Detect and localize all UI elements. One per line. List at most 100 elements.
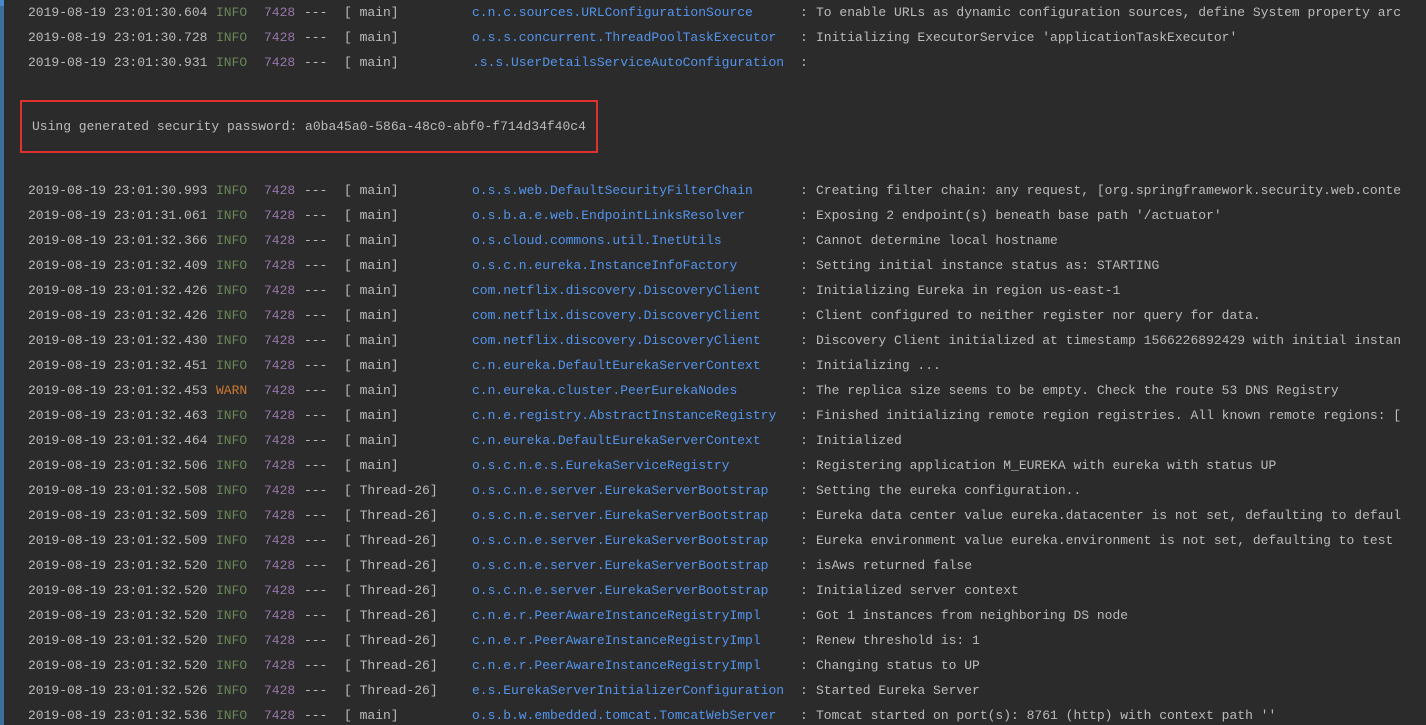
log-message: Client configured to neither register no… — [816, 303, 1261, 328]
log-level: INFO — [216, 503, 264, 528]
log-level: INFO — [216, 653, 264, 678]
log-colon: : — [800, 478, 816, 503]
log-line: 2019-08-19 23:01:32.426 INFO7428---[ mai… — [6, 278, 1426, 303]
log-line: 2019-08-19 23:01:32.520 INFO7428---[ Thr… — [6, 603, 1426, 628]
log-thread: [ main] — [344, 328, 472, 353]
log-line: 2019-08-19 23:01:32.509 INFO7428---[ Thr… — [6, 503, 1426, 528]
log-level: INFO — [216, 50, 264, 75]
log-level: INFO — [216, 453, 264, 478]
log-colon: : — [800, 503, 816, 528]
log-thread: [ main] — [344, 278, 472, 303]
log-line: 2019-08-19 23:01:30.931 INFO7428---[ mai… — [6, 50, 1426, 75]
gutter — [0, 0, 4, 725]
log-separator: --- — [304, 0, 344, 25]
log-colon: : — [800, 628, 816, 653]
log-logger: c.n.e.registry.AbstractInstanceRegistry — [472, 403, 800, 428]
log-logger: com.netflix.discovery.DiscoveryClient — [472, 328, 800, 353]
log-colon: : — [800, 0, 816, 25]
log-separator: --- — [304, 503, 344, 528]
log-colon: : — [800, 428, 816, 453]
log-timestamp: 2019-08-19 23:01:32.464 — [28, 428, 216, 453]
log-timestamp: 2019-08-19 23:01:32.366 — [28, 228, 216, 253]
log-level: INFO — [216, 178, 264, 203]
log-logger: c.n.eureka.DefaultEurekaServerContext — [472, 428, 800, 453]
log-logger: c.n.e.r.PeerAwareInstanceRegistryImpl — [472, 603, 800, 628]
log-thread: [ main] — [344, 203, 472, 228]
log-thread: [ main] — [344, 453, 472, 478]
log-thread: [ Thread-26] — [344, 553, 472, 578]
log-line: 2019-08-19 23:01:30.728 INFO7428---[ mai… — [6, 25, 1426, 50]
log-separator: --- — [304, 178, 344, 203]
log-colon: : — [800, 678, 816, 703]
log-line: 2019-08-19 23:01:32.506 INFO7428---[ mai… — [6, 453, 1426, 478]
log-colon: : — [800, 528, 816, 553]
log-thread: [ Thread-26] — [344, 678, 472, 703]
log-thread: [ Thread-26] — [344, 653, 472, 678]
log-separator: --- — [304, 353, 344, 378]
log-separator: --- — [304, 478, 344, 503]
log-colon: : — [800, 50, 816, 75]
log-line: 2019-08-19 23:01:32.426 INFO7428---[ mai… — [6, 303, 1426, 328]
log-colon: : — [800, 178, 816, 203]
log-level: INFO — [216, 678, 264, 703]
log-line: 2019-08-19 23:01:30.604 INFO7428---[ mai… — [6, 0, 1426, 25]
log-logger: o.s.c.n.e.server.EurekaServerBootstrap — [472, 528, 800, 553]
log-colon: : — [800, 278, 816, 303]
log-colon: : — [800, 553, 816, 578]
log-pid: 7428 — [264, 703, 304, 725]
log-separator: --- — [304, 628, 344, 653]
log-separator: --- — [304, 453, 344, 478]
log-colon: : — [800, 25, 816, 50]
log-colon: : — [800, 578, 816, 603]
log-logger: c.n.eureka.DefaultEurekaServerContext — [472, 353, 800, 378]
log-pid: 7428 — [264, 528, 304, 553]
log-pid: 7428 — [264, 478, 304, 503]
log-line: 2019-08-19 23:01:32.463 INFO7428---[ mai… — [6, 403, 1426, 428]
log-timestamp: 2019-08-19 23:01:32.453 — [28, 378, 216, 403]
log-pid: 7428 — [264, 353, 304, 378]
log-separator: --- — [304, 25, 344, 50]
log-thread: [ Thread-26] — [344, 528, 472, 553]
log-thread: [ Thread-26] — [344, 603, 472, 628]
log-message: Cannot determine local hostname — [816, 228, 1058, 253]
log-logger: o.s.b.a.e.web.EndpointLinksResolver — [472, 203, 800, 228]
log-level: INFO — [216, 328, 264, 353]
log-pid: 7428 — [264, 503, 304, 528]
log-level: INFO — [216, 353, 264, 378]
log-pid: 7428 — [264, 453, 304, 478]
log-separator: --- — [304, 378, 344, 403]
log-thread: [ Thread-26] — [344, 503, 472, 528]
log-pid: 7428 — [264, 178, 304, 203]
log-level: INFO — [216, 703, 264, 725]
log-line: 2019-08-19 23:01:32.520 INFO7428---[ Thr… — [6, 553, 1426, 578]
log-logger: o.s.c.n.e.s.EurekaServiceRegistry — [472, 453, 800, 478]
log-message: Exposing 2 endpoint(s) beneath base path… — [816, 203, 1222, 228]
log-level: INFO — [216, 603, 264, 628]
log-pid: 7428 — [264, 578, 304, 603]
log-colon: : — [800, 303, 816, 328]
log-timestamp: 2019-08-19 23:01:32.463 — [28, 403, 216, 428]
log-colon: : — [800, 603, 816, 628]
log-message: Initializing ExecutorService 'applicatio… — [816, 25, 1237, 50]
log-thread: [ Thread-26] — [344, 628, 472, 653]
log-logger: o.s.b.w.embedded.tomcat.TomcatWebServer — [472, 703, 800, 725]
log-message: Renew threshold is: 1 — [816, 628, 980, 653]
log-logger: o.s.s.web.DefaultSecurityFilterChain — [472, 178, 800, 203]
log-line: 2019-08-19 23:01:32.508 INFO7428---[ Thr… — [6, 478, 1426, 503]
log-message: Setting initial instance status as: STAR… — [816, 253, 1159, 278]
log-separator: --- — [304, 578, 344, 603]
log-message: Got 1 instances from neighboring DS node — [816, 603, 1128, 628]
log-message: Creating filter chain: any request, [org… — [816, 178, 1401, 203]
log-timestamp: 2019-08-19 23:01:30.728 — [28, 25, 216, 50]
gutter-marker — [0, 0, 4, 6]
log-thread: [ main] — [344, 253, 472, 278]
log-colon: : — [800, 403, 816, 428]
log-level: INFO — [216, 478, 264, 503]
log-thread: [ Thread-26] — [344, 578, 472, 603]
log-timestamp: 2019-08-19 23:01:32.409 — [28, 253, 216, 278]
log-pid: 7428 — [264, 628, 304, 653]
log-thread: [ main] — [344, 403, 472, 428]
log-logger: .s.s.UserDetailsServiceAutoConfiguration — [472, 50, 800, 75]
log-line: 2019-08-19 23:01:32.366 INFO7428---[ mai… — [6, 228, 1426, 253]
log-timestamp: 2019-08-19 23:01:32.520 — [28, 578, 216, 603]
